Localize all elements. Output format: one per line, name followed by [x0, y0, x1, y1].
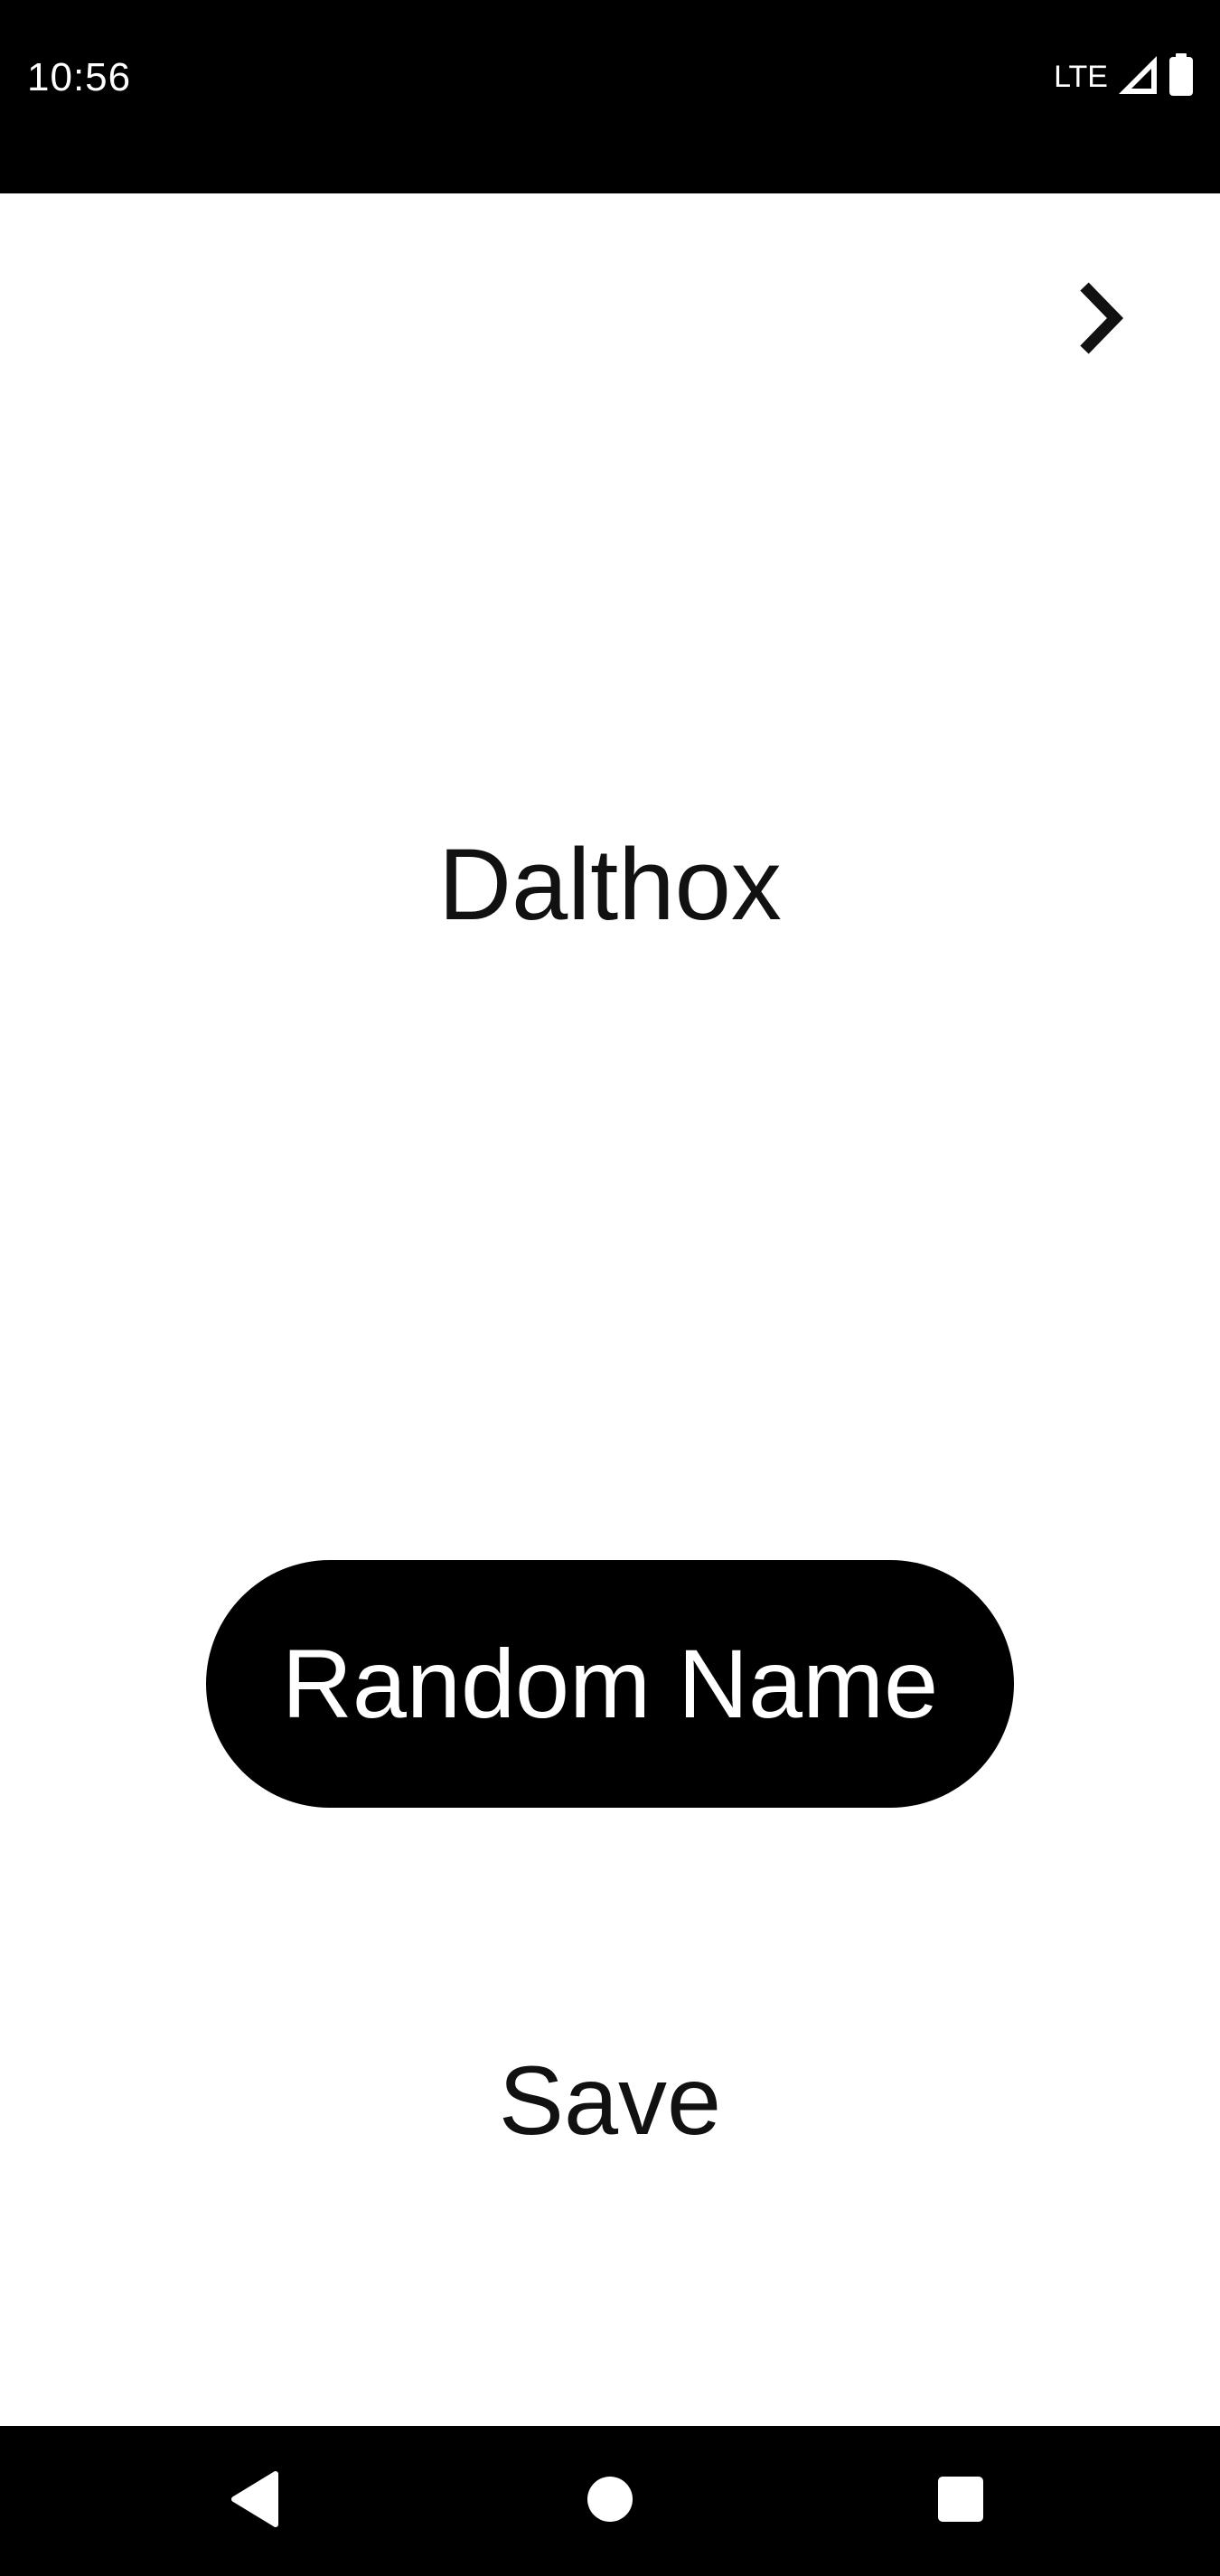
status-time: 10:56: [27, 55, 132, 99]
recents-button[interactable]: [911, 2451, 1010, 2551]
recents-square-icon: [936, 2475, 985, 2528]
signal-icon: [1117, 54, 1159, 100]
next-button[interactable]: [1063, 275, 1135, 365]
home-circle-icon: [585, 2474, 635, 2529]
battery-icon: [1168, 52, 1195, 101]
random-name-button[interactable]: Random Name: [206, 1560, 1014, 1808]
home-button[interactable]: [560, 2451, 660, 2551]
status-icons: LTE: [1054, 52, 1195, 101]
generated-name: Dalthox: [438, 828, 782, 941]
save-button[interactable]: Save: [429, 2037, 791, 2164]
chevron-right-icon: [1072, 277, 1126, 363]
phone-screen: 10:56 LTE Dalthox Random Name Save: [0, 0, 1220, 2576]
back-triangle-icon: [229, 2470, 283, 2533]
main-content: Dalthox Random Name Save: [0, 193, 1220, 2426]
status-bar: 10:56 LTE: [0, 0, 1220, 193]
navigation-bar: [0, 2426, 1220, 2576]
network-type-label: LTE: [1054, 60, 1108, 94]
back-button[interactable]: [206, 2451, 305, 2551]
